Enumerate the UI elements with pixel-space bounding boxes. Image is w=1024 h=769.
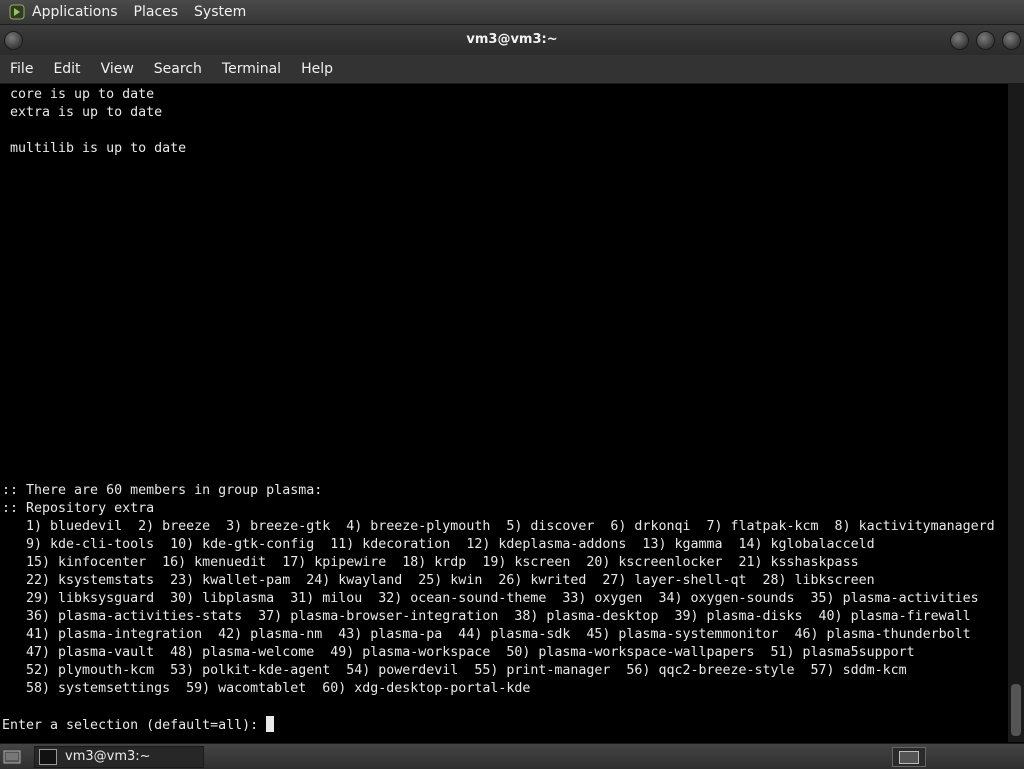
terminal-scrollbar[interactable] [1008, 84, 1024, 742]
terminal-line: 9) kde-cli-tools 10) kde-gtk-config 11) … [2, 537, 875, 552]
terminal-line: 36) plasma-activities-stats 37) plasma-b… [2, 609, 971, 624]
minimize-button[interactable] [950, 31, 969, 50]
menu-applications[interactable]: Applications [32, 4, 118, 20]
maximize-button[interactable] [976, 31, 995, 50]
terminal-line: 47) plasma-vault 48) plasma-welcome 49) … [2, 645, 915, 660]
top-panel: Applications Places System [0, 0, 1024, 25]
workspace-1[interactable] [899, 751, 919, 764]
terminal-line: multilib is up to date [10, 141, 187, 156]
terminal-line: 29) libksysguard 30) libplasma 31) milou… [2, 591, 979, 606]
menu-help[interactable]: Help [291, 61, 343, 77]
terminal-output[interactable]: core is up to date extra is up to date mul… [2, 84, 1008, 742]
terminal-line: core is up to date [10, 87, 155, 102]
terminal-line: 15) kinfocenter 16) kmenuedit 17) kpipew… [2, 555, 859, 570]
terminal-line: 22) ksystemstats 23) kwallet-pam 24) kwa… [2, 573, 875, 588]
taskbar-item-label: vm3@vm3:~ [65, 749, 151, 764]
menu-places[interactable]: Places [134, 4, 179, 20]
gnome-foot-icon[interactable] [8, 3, 26, 21]
menu-view[interactable]: View [91, 61, 144, 77]
terminal-prompt: Enter a selection (default=all): [2, 718, 267, 733]
menu-search[interactable]: Search [144, 61, 212, 77]
menu-edit[interactable]: Edit [43, 61, 90, 77]
terminal-line: 1) bluedevil 2) breeze 3) breeze-gtk 4) … [2, 519, 995, 534]
terminal-line: :: Repository extra [2, 501, 155, 516]
menu-file[interactable]: File [0, 61, 43, 77]
terminal-prompt-line[interactable]: Enter a selection (default=all): [2, 716, 1008, 734]
menu-system[interactable]: System [194, 4, 246, 20]
terminal-cursor [266, 716, 275, 732]
show-desktop-icon[interactable] [2, 748, 22, 766]
terminal-line: :: There are 60 members in group plasma: [2, 483, 323, 498]
terminal-line: 52) plymouth-kcm 53) polkit-kde-agent 54… [2, 663, 907, 678]
bottom-panel: vm3@vm3:~ [0, 743, 1024, 769]
window-title: vm3@vm3:~ [466, 32, 558, 47]
menu-terminal[interactable]: Terminal [212, 61, 291, 77]
terminal-line: 58) systemsettings 59) wacomtablet 60) x… [2, 681, 531, 696]
window-titlebar[interactable]: vm3@vm3:~ [0, 25, 1024, 55]
workspace-switcher-icon[interactable] [892, 747, 926, 767]
menubar: File Edit View Search Terminal Help [0, 55, 1024, 84]
terminal-line: 41) plasma-integration 42) plasma-nm 43)… [2, 627, 971, 642]
terminal-line: extra is up to date [10, 105, 163, 120]
scrollbar-thumb[interactable] [1011, 684, 1021, 736]
taskbar-item-terminal[interactable]: vm3@vm3:~ [34, 745, 204, 768]
terminal-text: core is up to date extra is up to date mul… [2, 84, 1008, 734]
terminal-icon [39, 748, 57, 765]
close-button[interactable] [1002, 31, 1021, 50]
